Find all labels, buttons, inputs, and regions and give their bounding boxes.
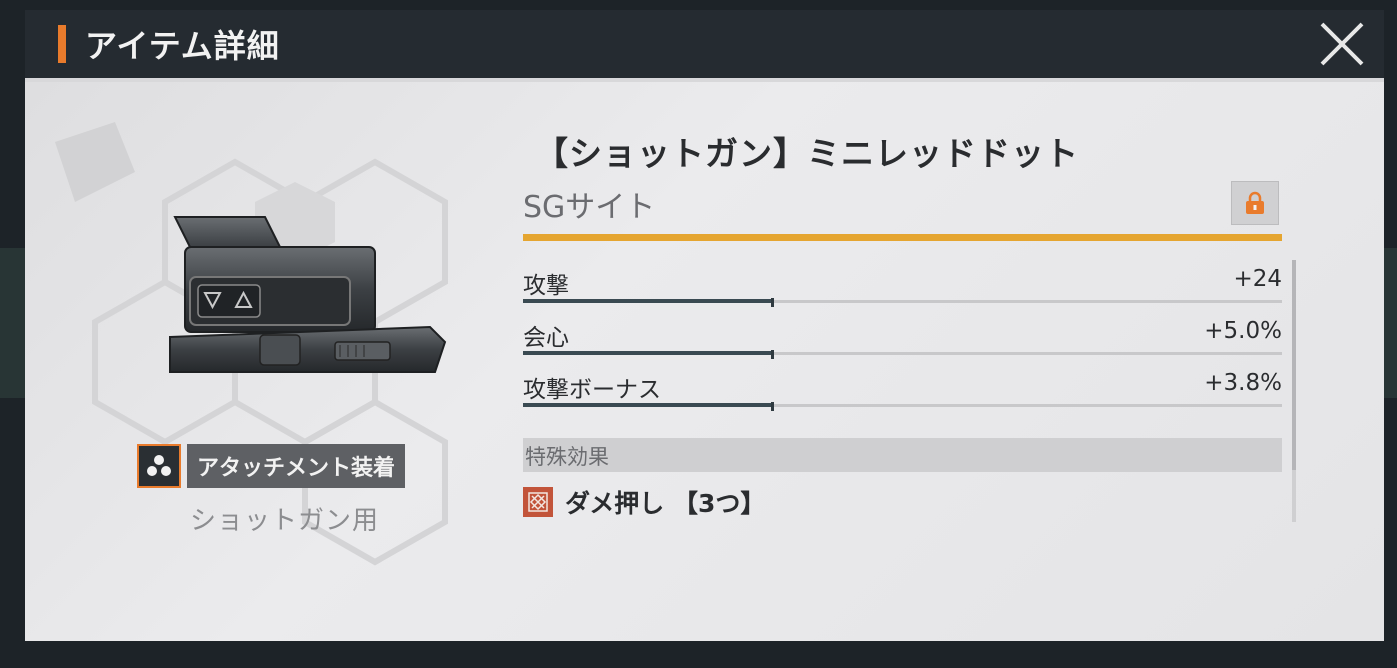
special-effect-item[interactable]: ダメ押し 【3つ】	[523, 485, 765, 519]
item-detail-dialog: アイテム詳細 アタッチメント装着 ショットガン用 【ショットガン】ミニレッドドッ…	[25, 10, 1384, 641]
attachment-row: アタッチメント装着	[137, 444, 406, 488]
stat-label: 攻撃ボーナス	[523, 377, 661, 403]
item-name: 【ショットガン】ミニレッドドット	[535, 134, 1079, 173]
attachment-icon	[137, 444, 181, 488]
close-x-icon	[1320, 22, 1364, 66]
title-accent-bar	[58, 25, 66, 63]
item-type: SGサイト	[523, 190, 656, 225]
red-dot-sight-image	[169, 216, 447, 373]
rarity-bar	[523, 234, 1282, 241]
weapon-usage-text: ショットガン用	[190, 506, 380, 536]
stat-label: 会心	[523, 325, 569, 351]
dialog-title: アイテム詳細	[85, 27, 280, 65]
stat-value: +5.0%	[1204, 318, 1282, 344]
stat-row: 攻撃 +24	[523, 264, 1282, 314]
attachment-label: アタッチメント装着	[187, 444, 406, 488]
lock-button[interactable]	[1231, 181, 1279, 225]
effect-icon	[523, 487, 553, 517]
stat-bar-fill	[523, 351, 773, 355]
special-effects-title: 特殊効果	[525, 445, 609, 469]
stat-bar-tick	[771, 298, 774, 307]
stat-row: 会心 +5.0%	[523, 316, 1282, 366]
scrollbar-thumb[interactable]	[1292, 260, 1296, 470]
stat-row: 攻撃ボーナス +3.8%	[523, 368, 1282, 418]
effect-name: ダメ押し 【3つ】	[565, 489, 766, 518]
close-button[interactable]	[1314, 16, 1370, 72]
stat-bar-tick	[771, 350, 774, 359]
stat-bar-fill	[523, 299, 773, 303]
stat-value: +3.8%	[1204, 370, 1282, 396]
dialog-header: アイテム詳細	[25, 10, 1384, 82]
special-effects-header: 特殊効果	[523, 438, 1282, 472]
stat-bar-tick	[771, 402, 774, 411]
lock-icon	[1246, 191, 1264, 214]
dialog-body: アタッチメント装着 ショットガン用 【ショットガン】ミニレッドドット SGサイト…	[25, 82, 1384, 641]
stat-value: +24	[1233, 266, 1282, 292]
stat-bar-fill	[523, 403, 773, 407]
stats-scrollbar[interactable]	[1292, 260, 1296, 522]
stat-label: 攻撃	[523, 273, 569, 299]
